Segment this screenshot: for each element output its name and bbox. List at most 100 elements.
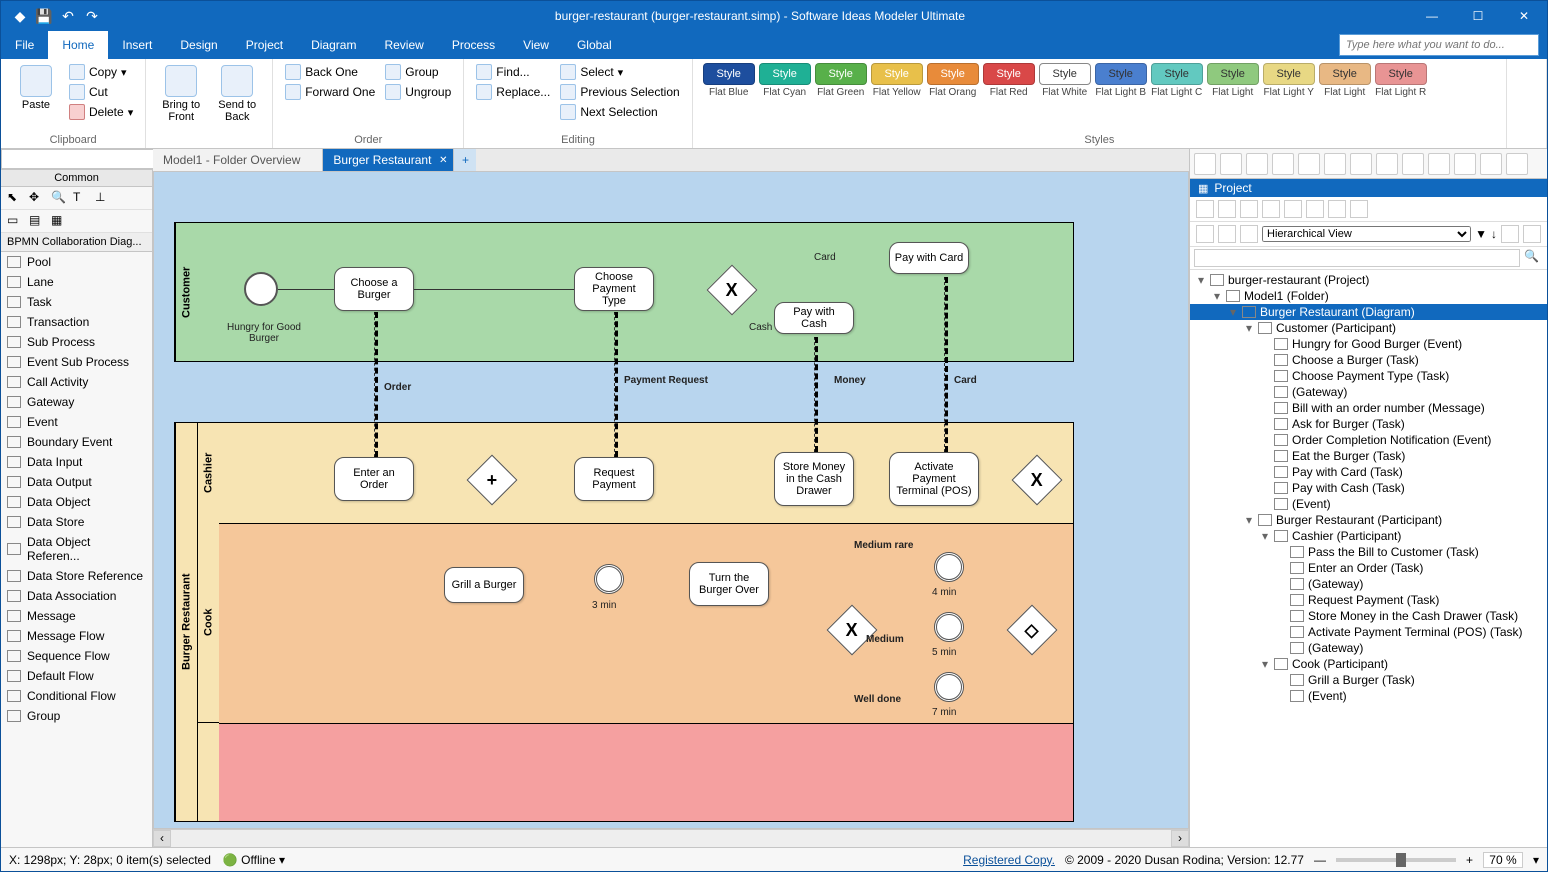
- toolbox-item-data-store[interactable]: Data Store: [1, 512, 152, 532]
- menu-tab-global[interactable]: Global: [563, 31, 626, 59]
- tree-node[interactable]: Ask for Burger (Task): [1190, 416, 1547, 432]
- tree-node[interactable]: Hungry for Good Burger (Event): [1190, 336, 1547, 352]
- right-tool-11[interactable]: [1480, 153, 1502, 175]
- tree-node[interactable]: Grill a Burger (Task): [1190, 672, 1547, 688]
- select-button[interactable]: Select ▾: [558, 63, 681, 81]
- toolbox-item-lane[interactable]: Lane: [1, 272, 152, 292]
- toolbox-common-header[interactable]: Common: [1, 170, 152, 187]
- tree-node[interactable]: ▾burger-restaurant (Project): [1190, 272, 1547, 288]
- menu-tab-home[interactable]: Home: [48, 31, 108, 59]
- project-tree[interactable]: ▾burger-restaurant (Project)▾Model1 (Fol…: [1190, 270, 1547, 847]
- menu-tab-file[interactable]: File: [1, 31, 48, 59]
- right-tool-5[interactable]: [1324, 153, 1346, 175]
- project-tb-4[interactable]: [1284, 200, 1302, 218]
- style-flat-light[interactable]: Style: [1319, 63, 1371, 85]
- right-tool-7[interactable]: [1376, 153, 1398, 175]
- right-tool-2[interactable]: [1246, 153, 1268, 175]
- timer-7min[interactable]: [934, 672, 964, 702]
- menu-tab-insert[interactable]: Insert: [108, 31, 166, 59]
- style-flat-light-y[interactable]: Style: [1263, 63, 1315, 85]
- right-tool-3[interactable]: [1272, 153, 1294, 175]
- style-flat-green[interactable]: Style: [815, 63, 867, 85]
- project-tb-2[interactable]: [1240, 200, 1258, 218]
- zoom-in-button[interactable]: +: [1466, 853, 1473, 867]
- task-grill[interactable]: Grill a Burger: [444, 567, 524, 603]
- right-tool-12[interactable]: [1506, 153, 1528, 175]
- timer-3min[interactable]: [594, 564, 624, 594]
- right-tool-4[interactable]: [1298, 153, 1320, 175]
- send-back-button[interactable]: Send to Back: [212, 63, 262, 132]
- group-button[interactable]: Group: [383, 63, 453, 81]
- toolbox-item-conditional-flow[interactable]: Conditional Flow: [1, 686, 152, 706]
- task-choose-payment[interactable]: Choose Payment Type: [574, 267, 654, 311]
- find-button[interactable]: Find...: [474, 63, 552, 81]
- style-flat-white[interactable]: Style: [1039, 63, 1091, 85]
- undo-icon[interactable]: ↶: [59, 7, 77, 25]
- ungroup-button[interactable]: Ungroup: [383, 83, 453, 101]
- toolbox-item-sub-process[interactable]: Sub Process: [1, 332, 152, 352]
- tree-node[interactable]: Order Completion Notification (Event): [1190, 432, 1547, 448]
- tell-me-search[interactable]: [1331, 31, 1547, 59]
- toolbox-item-group[interactable]: Group: [1, 706, 152, 726]
- toolbox-item-data-association[interactable]: Data Association: [1, 586, 152, 606]
- tree-node[interactable]: Choose Payment Type (Task): [1190, 368, 1547, 384]
- tab-burger-restaurant[interactable]: Burger Restaurant✕: [323, 149, 454, 171]
- back-one-button[interactable]: Back One: [283, 63, 377, 81]
- toolbox-item-call-activity[interactable]: Call Activity: [1, 372, 152, 392]
- tree-node[interactable]: ▾Cook (Participant): [1190, 656, 1547, 672]
- zoom-value[interactable]: [1483, 852, 1523, 868]
- grid-icon[interactable]: ▦: [51, 213, 67, 229]
- cut-button[interactable]: Cut: [67, 83, 135, 101]
- delete-button[interactable]: Delete ▾: [67, 103, 135, 121]
- tree-node[interactable]: ▾Model1 (Folder): [1190, 288, 1547, 304]
- tree-node[interactable]: Eat the Burger (Task): [1190, 448, 1547, 464]
- forward-one-button[interactable]: Forward One: [283, 83, 377, 101]
- search-input[interactable]: [1339, 34, 1539, 56]
- style-flat-light[interactable]: Style: [1207, 63, 1259, 85]
- style-flat-red[interactable]: Style: [983, 63, 1035, 85]
- registered-link[interactable]: Registered Copy.: [963, 853, 1055, 867]
- style-flat-light-c[interactable]: Style: [1151, 63, 1203, 85]
- search-icon[interactable]: 🔍: [1520, 249, 1543, 267]
- tree-node[interactable]: Bill with an order number (Message): [1190, 400, 1547, 416]
- tree-node[interactable]: ▾Burger Restaurant (Participant): [1190, 512, 1547, 528]
- tree-node[interactable]: (Gateway): [1190, 576, 1547, 592]
- task-turn[interactable]: Turn the Burger Over: [689, 562, 769, 606]
- toolbox-item-sequence-flow[interactable]: Sequence Flow: [1, 646, 152, 666]
- tree-node[interactable]: ▾Burger Restaurant (Diagram): [1190, 304, 1547, 320]
- toolbox-item-event-sub-process[interactable]: Event Sub Process: [1, 352, 152, 372]
- offline-status[interactable]: 🟢 Offline ▾: [223, 853, 285, 867]
- toolbox-item-data-object[interactable]: Data Object: [1, 492, 152, 512]
- task-choose-burger[interactable]: Choose a Burger: [334, 267, 414, 311]
- tree-node[interactable]: Choose a Burger (Task): [1190, 352, 1547, 368]
- right-tool-0[interactable]: [1194, 153, 1216, 175]
- horizontal-scrollbar[interactable]: ‹›: [153, 829, 1189, 847]
- right-tool-6[interactable]: [1350, 153, 1372, 175]
- layout2-icon[interactable]: [1523, 225, 1541, 243]
- view-mode-select[interactable]: Hierarchical View: [1262, 226, 1471, 242]
- toolbox-item-data-store-reference[interactable]: Data Store Reference: [1, 566, 152, 586]
- task-request-payment[interactable]: Request Payment: [574, 457, 654, 501]
- pointer-icon[interactable]: ⬉: [7, 190, 23, 206]
- toolbox-item-pool[interactable]: Pool: [1, 252, 152, 272]
- task-pay-card[interactable]: Pay with Card: [889, 242, 969, 274]
- zoom-out-button[interactable]: —: [1314, 853, 1326, 867]
- refresh-icon[interactable]: [1196, 225, 1214, 243]
- project-tb-5[interactable]: [1306, 200, 1324, 218]
- style-flat-light-b[interactable]: Style: [1095, 63, 1147, 85]
- project-tb-6[interactable]: [1328, 200, 1346, 218]
- remove-icon[interactable]: [1240, 225, 1258, 243]
- task-pay-cash[interactable]: Pay with Cash: [774, 302, 854, 334]
- minimize-button[interactable]: —: [1409, 1, 1455, 31]
- menu-tab-view[interactable]: View: [509, 31, 563, 59]
- tree-node[interactable]: Pay with Cash (Task): [1190, 480, 1547, 496]
- menu-tab-review[interactable]: Review: [370, 31, 437, 59]
- redo-icon[interactable]: ↷: [83, 7, 101, 25]
- toolbox-item-data-input[interactable]: Data Input: [1, 452, 152, 472]
- diagram-canvas[interactable]: Customer Hungry for Good Burger Choose a…: [153, 171, 1189, 829]
- toolbox-item-task[interactable]: Task: [1, 292, 152, 312]
- zoom-dropdown[interactable]: ▾: [1533, 853, 1539, 867]
- tree-node[interactable]: Enter an Order (Task): [1190, 560, 1547, 576]
- tree-node[interactable]: Activate Payment Terminal (POS) (Task): [1190, 624, 1547, 640]
- timer-4min[interactable]: [934, 552, 964, 582]
